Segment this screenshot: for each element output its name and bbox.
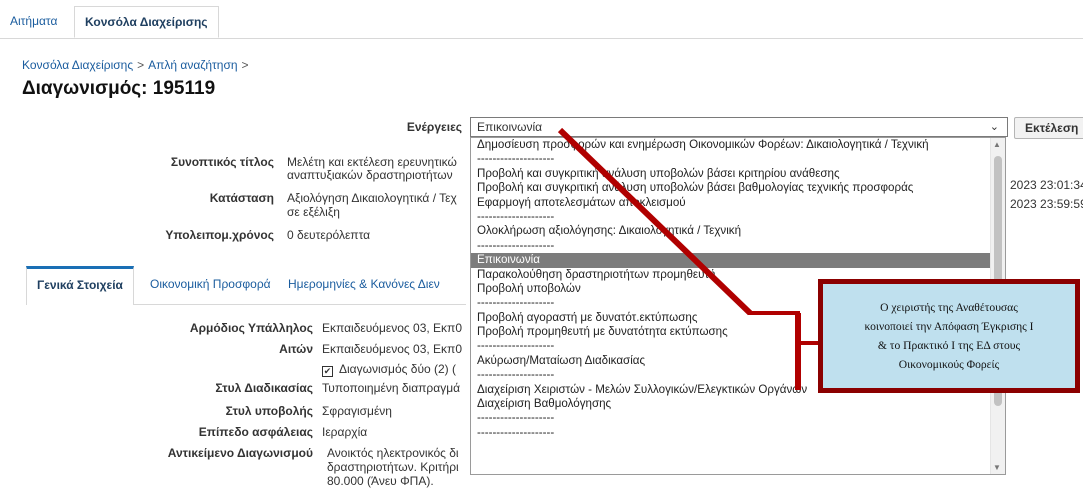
callout-line-4: Οικονομικούς Φορείς <box>898 358 1000 371</box>
callout-line-2: κοινοποιεί την Απόφαση Έγκρισης Ι <box>864 320 1034 333</box>
callout-line-1: Ο χειριστής της Αναθέτουσας <box>880 301 1018 314</box>
annotation-connector <box>748 311 818 345</box>
annotation-overlay <box>557 127 818 390</box>
annotation-arrow-line <box>557 127 753 316</box>
callout-line-3: & το Πρακτικό Ι της ΕΔ στους <box>877 339 1021 352</box>
annotation-callout: Ο χειριστής της Αναθέτουσας κοινοποιεί τ… <box>818 279 1080 393</box>
